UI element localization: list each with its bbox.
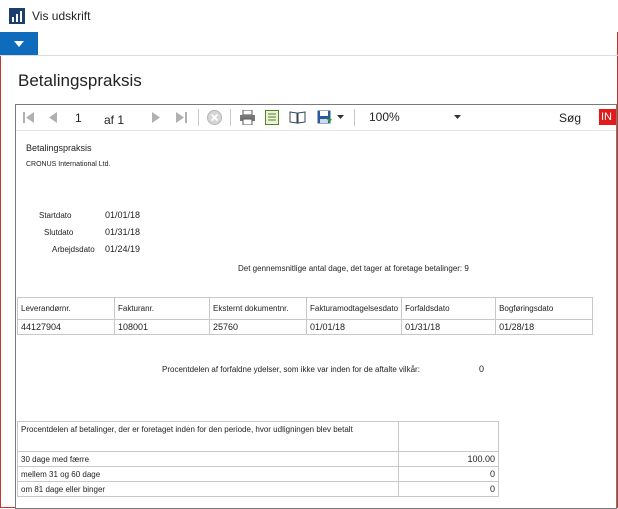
next-page-icon (152, 111, 160, 123)
title-bar: Vis udskrift (0, 0, 618, 32)
period-label: 30 dage med færre (17, 451, 399, 467)
start-date-label: Startdato (39, 211, 72, 220)
start-date-value: 01/01/18 (105, 210, 141, 220)
table-row: mellem 31 og 60 dage 0 (17, 466, 499, 482)
report-title: Betalingspraksis (26, 143, 92, 153)
page-count-label: af 1 (104, 113, 125, 127)
payments-table: Procentdelen af betalinger, der er foret… (17, 421, 499, 497)
work-date-value: 01/24/19 (105, 244, 141, 254)
toolbar-separator (230, 109, 231, 126)
zoom-select[interactable]: 100% (365, 108, 465, 126)
first-page-button[interactable] (22, 109, 34, 125)
next-page-button[interactable] (151, 109, 161, 125)
previous-page-button[interactable] (48, 109, 58, 125)
payments-header-row: Procentdelen af betalinger, der er foret… (17, 421, 499, 452)
viewer-toolbar: 1 af 1 100% Søg IN (16, 105, 616, 131)
search-button[interactable]: Søg (559, 111, 581, 125)
table-row: om 81 dage eller binger 0 (17, 481, 499, 497)
ribbon-expand-button[interactable] (0, 32, 38, 55)
report-chart-icon (9, 8, 25, 24)
page-title: Betalingspraksis (18, 71, 142, 90)
stop-button[interactable] (206, 109, 223, 125)
current-page-input[interactable]: 1 (75, 111, 82, 125)
average-days-text: Det gennemsnitlige antal dage, det tager… (238, 264, 469, 273)
table-cell: 01/01/18 (305, 319, 403, 335)
period-value: 0 (398, 481, 499, 497)
period-value: 0 (398, 466, 499, 482)
ribbon-bar (0, 32, 618, 56)
end-date-label: Slutdato (44, 228, 74, 237)
chevron-down-icon (14, 40, 24, 47)
overdue-label: Procentdelen af forfaldne ydelser, som i… (162, 365, 420, 374)
search-input[interactable] (484, 108, 554, 126)
payments-header: Procentdelen af betalinger, der er foret… (17, 421, 399, 452)
report-viewer: 1 af 1 100% Søg IN Betalingspraksis CRON… (15, 104, 617, 509)
column-header: Fakturanr. (114, 297, 210, 320)
table-cell: 25760 (209, 319, 307, 335)
column-header: Leverandørnr. (17, 297, 115, 320)
table-cell: 01/31/18 (401, 319, 497, 335)
period-label: om 81 dage eller binger (17, 481, 399, 497)
toolbar-separator (198, 109, 199, 126)
column-header: Fakturamodtagelsesdato (305, 297, 403, 320)
zoom-value: 100% (369, 110, 400, 124)
save-export-icon (317, 110, 332, 123)
chevron-down-icon (454, 115, 461, 119)
end-date-value: 01/31/18 (105, 227, 141, 237)
column-header: Bogføringsdato (495, 297, 593, 320)
last-page-icon (175, 111, 187, 123)
last-page-button[interactable] (175, 109, 187, 125)
table-cell: 01/28/18 (495, 319, 593, 335)
table-row: 44127904 108001 25760 01/01/18 01/31/18 … (17, 319, 593, 335)
invoice-table: Leverandørnr. Fakturanr. Eksternt dokume… (17, 297, 593, 335)
table-cell: 44127904 (17, 319, 115, 335)
period-label: mellem 31 og 60 dage (17, 466, 399, 482)
export-button[interactable] (316, 109, 344, 125)
column-header: Forfaldsdato (401, 297, 497, 320)
page-layout-icon (265, 109, 279, 125)
report-page: Betalingspraksis CRONUS International Lt… (16, 131, 616, 508)
print-button[interactable] (238, 109, 256, 125)
period-value: 100.00 (398, 451, 499, 467)
open-book-icon (289, 111, 305, 124)
table-row: 30 dage med færre 100.00 (17, 451, 499, 467)
previous-page-icon (49, 111, 57, 123)
payments-header-blank (398, 421, 499, 452)
first-page-icon (22, 111, 34, 123)
status-badge: IN (599, 109, 616, 125)
chevron-down-icon (336, 115, 344, 119)
table-cell: 108001 (114, 319, 210, 335)
app-title: Vis udskrift (32, 9, 91, 23)
overdue-value: 0 (479, 364, 485, 374)
table-header-row: Leverandørnr. Fakturanr. Eksternt dokume… (17, 297, 593, 320)
print-layout-button[interactable] (264, 109, 280, 125)
printer-icon (239, 109, 255, 125)
column-header: Eksternt dokumentnr. (209, 297, 307, 320)
company-name: CRONUS International Ltd. (26, 161, 111, 168)
page-setup-button[interactable] (288, 109, 306, 125)
toolbar-separator (354, 109, 355, 126)
stop-icon (207, 109, 222, 125)
work-date-label: Arbejdsdato (52, 245, 95, 254)
